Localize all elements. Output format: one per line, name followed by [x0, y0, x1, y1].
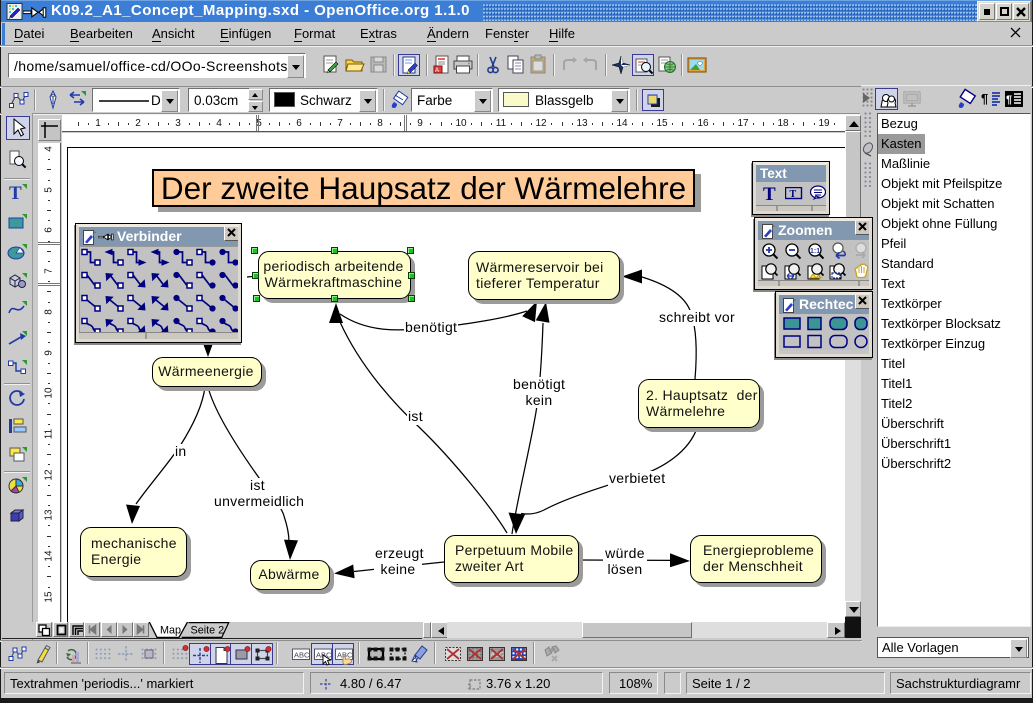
svg-text:¶: ¶: [1006, 94, 1012, 106]
svg-text:Seite 2: Seite 2: [191, 625, 225, 637]
svg-text:Map: Map: [160, 625, 181, 637]
svg-text:T: T: [9, 183, 22, 203]
svg-text:¶: ¶: [981, 91, 988, 106]
svg-text:1:1: 1:1: [810, 248, 820, 255]
svg-text:T: T: [790, 189, 797, 200]
svg-text:A: A: [435, 68, 439, 74]
svg-text:ABC: ABC: [294, 651, 310, 660]
svg-text:T: T: [763, 184, 776, 202]
